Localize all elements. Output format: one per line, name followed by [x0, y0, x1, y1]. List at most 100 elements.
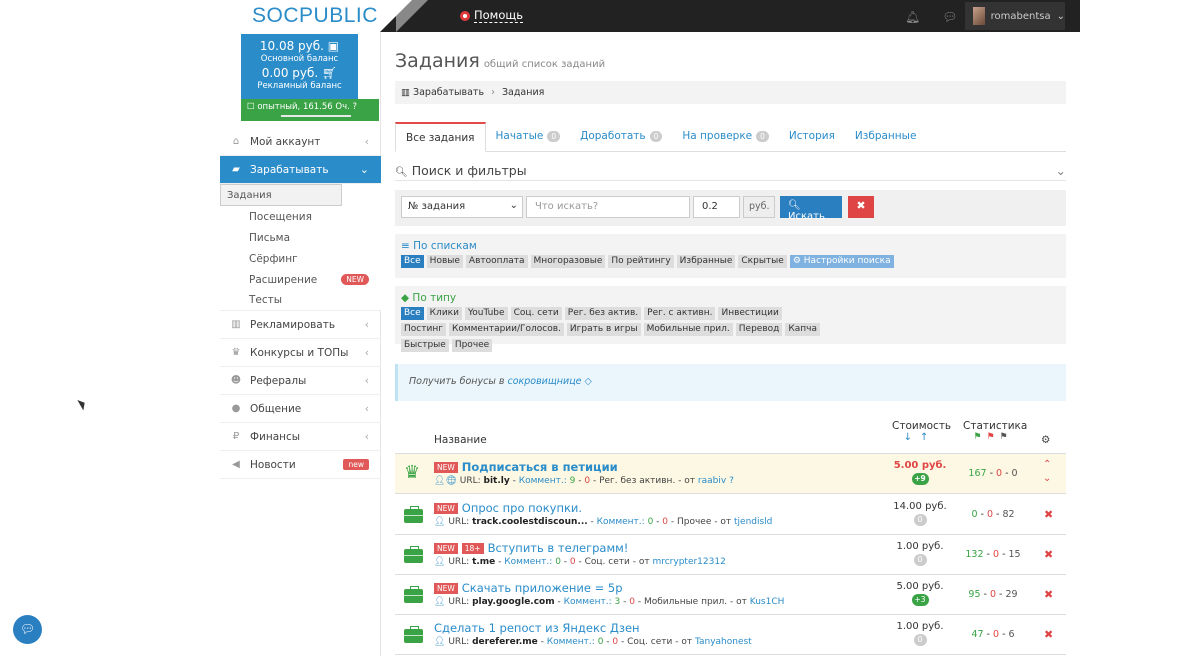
treasury-link[interactable]: сокровищнице: [507, 376, 581, 387]
expand-collapse[interactable]: ⌃ ⌄: [1043, 458, 1051, 486]
list-icon: ≡: [401, 240, 410, 252]
task-stats: 167 - 0 - 0: [968, 468, 1018, 479]
tasks-table-header: Название Стоимость ↓↑ Статистика ⚑⚑⚑ ⚙: [395, 418, 1066, 454]
bell-icon[interactable]: 🔔︎: [905, 10, 920, 24]
level-box[interactable]: ☐ опытный, 161.56 Оч. ?: [241, 99, 379, 121]
hide-task-button[interactable]: ✖: [1044, 508, 1053, 521]
table-row[interactable]: ♛ NEW Подписаться в петиции 👤︎🌐︎ URL: bit…: [395, 454, 1066, 494]
table-row[interactable]: NEW Опрос про покупки. 👤︎ URL: track.cool…: [395, 495, 1066, 535]
search-button[interactable]: 🔍︎ Искать: [780, 196, 842, 222]
author-link[interactable]: tjendisld: [734, 517, 772, 527]
tab-history[interactable]: История: [779, 122, 845, 152]
filter-panel-header[interactable]: 🔍︎ Поиск и фильтры ⌄: [395, 163, 1066, 181]
sidebar-subitem-visits[interactable]: Посещения: [220, 206, 381, 227]
type-chip[interactable]: Клики: [426, 307, 462, 320]
author-link[interactable]: raabiv: [698, 476, 726, 486]
user-menu[interactable]: romabentsa ⌄: [965, 2, 1065, 30]
list-chip-new[interactable]: Новые: [426, 255, 463, 268]
breadcrumb-earn[interactable]: Зарабатывать: [413, 87, 484, 98]
task-meta: 👤︎ URL: track.coolestdiscoun... - Коммен…: [434, 517, 773, 527]
type-chip[interactable]: Комментарии/Голосов.: [448, 323, 564, 336]
chevron-left-icon: ‹: [364, 402, 369, 415]
sidebar-item-finance[interactable]: ₽ Финансы ‹: [220, 423, 381, 451]
list-chip-all[interactable]: Все: [401, 255, 424, 268]
task-title[interactable]: NEW Подписаться в петиции: [434, 460, 618, 474]
tab-review[interactable]: На проверке 0: [672, 122, 779, 152]
sidebar-subitem-extension[interactable]: Расширение NEW: [220, 269, 381, 290]
chat-widget-button[interactable]: 💬︎: [13, 615, 42, 644]
sidebar-item-news[interactable]: ◀ Новости new: [220, 451, 381, 479]
type-chip[interactable]: Капча: [785, 323, 820, 336]
chevron-down-icon[interactable]: ⌄: [1056, 163, 1066, 178]
task-title[interactable]: NEW Опрос про покупки.: [434, 501, 582, 515]
lists-chips: Все Новые Автооплата Многоразовые По рей…: [401, 255, 1060, 268]
list-chip-hidden[interactable]: Скрытые: [738, 255, 787, 268]
type-chip[interactable]: Все: [401, 307, 424, 320]
list-chip-favorites[interactable]: Избранные: [676, 255, 736, 268]
sidebar-item-earn[interactable]: ▰ Зарабатывать ⌄: [220, 156, 381, 184]
author-link[interactable]: mrcrypter12312: [652, 557, 725, 567]
bonus-pill: 0: [913, 634, 927, 646]
sort-arrows[interactable]: ↓↑: [892, 432, 948, 443]
hide-task-button[interactable]: ✖: [1044, 628, 1053, 641]
type-chip[interactable]: Прочее: [451, 339, 493, 352]
search-type-select[interactable]: № задания ⌄: [401, 196, 523, 218]
bonus-pill: 0: [913, 554, 927, 566]
task-title[interactable]: NEW 18+ Вступить в телеграмм!: [434, 541, 628, 555]
type-chip[interactable]: Играть в игры: [566, 323, 641, 336]
list-chip-reusable[interactable]: Многоразовые: [530, 255, 606, 268]
sidebar-subitem-letters[interactable]: Письма: [220, 227, 381, 248]
table-row[interactable]: Сделать 1 репост из Яндекс Дзен 👤︎ URL: …: [395, 615, 1066, 655]
sidebar-subitem-surfing[interactable]: Сёрфинг: [220, 248, 381, 269]
search-input[interactable]: Что искать?: [526, 196, 690, 218]
sidebar-item-contests[interactable]: ♛ Конкурсы и ТОПы ‹: [220, 339, 381, 367]
sidebar-menu: ⌂ Мой аккаунт ‹ ▰ Зарабатывать ⌄ Задания Пос…: [220, 128, 381, 479]
gears-icon[interactable]: ⚙: [1041, 434, 1050, 446]
close-icon: ✖: [1044, 588, 1054, 601]
author-link[interactable]: Tanyahonest: [695, 637, 752, 647]
task-title[interactable]: NEW Скачать приложение = 5р: [434, 581, 623, 595]
chevron-down-icon: ⌄: [509, 200, 518, 211]
tab-favorites[interactable]: Избранные: [845, 122, 927, 152]
table-row[interactable]: NEW Скачать приложение = 5р 👤︎ URL: play.…: [395, 575, 1066, 615]
type-chip[interactable]: Перевод: [735, 323, 783, 336]
megaphone-icon: ◀: [232, 459, 240, 470]
tab-all[interactable]: Все задания: [395, 122, 486, 152]
list-chip-autopay[interactable]: Автооплата: [465, 255, 528, 268]
type-chip[interactable]: Инвестиции: [718, 307, 782, 320]
tab-rework[interactable]: Доработать 0: [570, 122, 672, 152]
min-price-input[interactable]: 0.2: [693, 196, 740, 218]
tab-started[interactable]: Начатые 0: [486, 122, 571, 152]
task-price: 14.00 руб. 0: [893, 501, 947, 526]
main-balance-value: 10.08 руб. ▣: [259, 39, 340, 53]
hide-task-button[interactable]: ✖: [1044, 548, 1053, 561]
reset-filter-button[interactable]: ✖: [848, 196, 874, 218]
sidebar-subitem-tests[interactable]: Тесты: [220, 290, 381, 311]
gears-icon: ⚙: [792, 256, 801, 266]
type-chip[interactable]: Соц. сети: [510, 307, 562, 320]
task-title[interactable]: Сделать 1 репост из Яндекс Дзен: [434, 621, 640, 635]
sidebar-item-chat[interactable]: ● Общение ‹: [220, 395, 381, 423]
sidebar-item-label: Рекламировать: [250, 318, 336, 331]
hide-task-button[interactable]: ✖: [1044, 588, 1053, 601]
list-chip-rating[interactable]: По рейтингу: [608, 255, 674, 268]
search-settings-button[interactable]: ⚙ Настройки поиска: [789, 255, 894, 268]
filter-title: Поиск и фильтры: [411, 163, 527, 178]
type-chip[interactable]: Постинг: [401, 323, 446, 336]
type-chip[interactable]: Рег. без актив.: [564, 307, 642, 320]
bonus-pill: 0: [913, 514, 927, 526]
author-link[interactable]: Kus1CH: [750, 597, 785, 607]
type-chip[interactable]: Мобильные прил.: [643, 323, 733, 336]
sidebar-item-referrals[interactable]: ☻ Рефералы ‹: [220, 367, 381, 395]
help-link[interactable]: Помощь: [460, 8, 524, 23]
table-row[interactable]: NEW 18+ Вступить в телеграмм! 👤︎ URL: t.me…: [395, 535, 1066, 575]
type-chip[interactable]: YouTube: [464, 307, 508, 320]
chat-bubbles-icon[interactable]: 💬︎: [942, 10, 957, 24]
sidebar-subitem-tasks[interactable]: Задания: [220, 184, 342, 206]
sidebar-item-account[interactable]: ⌂ Мой аккаунт ‹: [220, 128, 381, 156]
site-logo[interactable]: SOCPUBLIC: [252, 4, 378, 28]
type-chip[interactable]: Рег. с активн.: [644, 307, 716, 320]
task-stats: 47 - 0 - 6: [971, 629, 1015, 640]
sidebar-item-advertise[interactable]: ▥ Рекламировать ‹: [220, 311, 381, 339]
type-chip[interactable]: Быстрые: [401, 339, 449, 352]
